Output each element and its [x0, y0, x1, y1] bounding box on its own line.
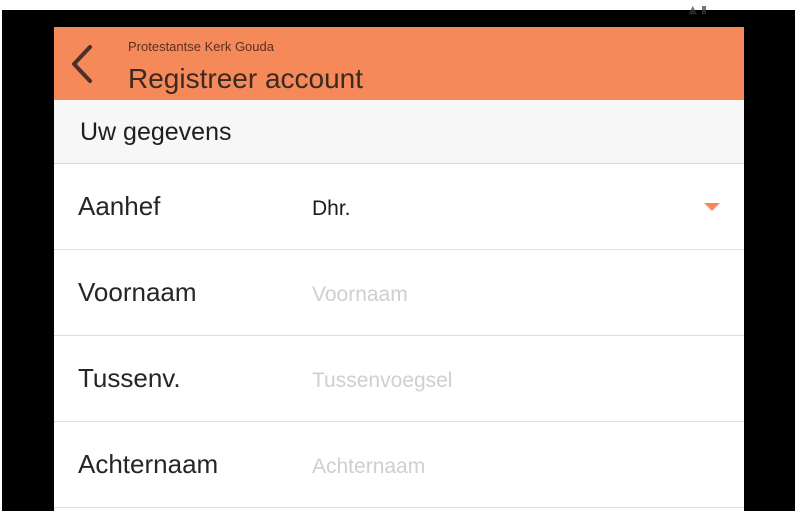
battery-icon: ▮: [700, 2, 707, 16]
chevron-left-icon: [72, 45, 92, 83]
aanhef-value: Dhr.: [312, 197, 351, 220]
voornaam-row: Voornaam: [54, 250, 744, 336]
app-bar: Protestantse Kerk Gouda Registreer accou…: [54, 27, 744, 100]
signal-icon: ▲: [688, 2, 697, 16]
back-button[interactable]: [62, 39, 102, 89]
page-title: Registreer account: [128, 63, 364, 94]
achternaam-label: Achternaam: [78, 449, 219, 479]
tussenvoegsel-input[interactable]: [310, 364, 694, 398]
achternaam-row: Achternaam: [54, 422, 744, 508]
app-screen: Protestantse Kerk Gouda Registreer accou…: [54, 27, 744, 511]
tussenvoegsel-label: Tussenv.: [78, 363, 181, 393]
section-title: Uw gegevens: [80, 118, 232, 146]
section-header: Uw gegevens: [54, 100, 744, 164]
status-bar-area: [0, 0, 795, 10]
status-icons: ▲ ▮: [688, 0, 707, 18]
achternaam-input[interactable]: [310, 450, 694, 484]
voornaam-input[interactable]: [310, 278, 694, 312]
tussenvoegsel-row: Tussenv.: [54, 336, 744, 422]
aanhef-label: Aanhef: [78, 191, 161, 221]
aanhef-select[interactable]: Aanhef Dhr.: [54, 164, 744, 250]
app-subtitle: Protestantse Kerk Gouda: [128, 39, 274, 54]
caret-down-icon[interactable]: [704, 203, 720, 211]
voornaam-label: Voornaam: [78, 277, 197, 307]
